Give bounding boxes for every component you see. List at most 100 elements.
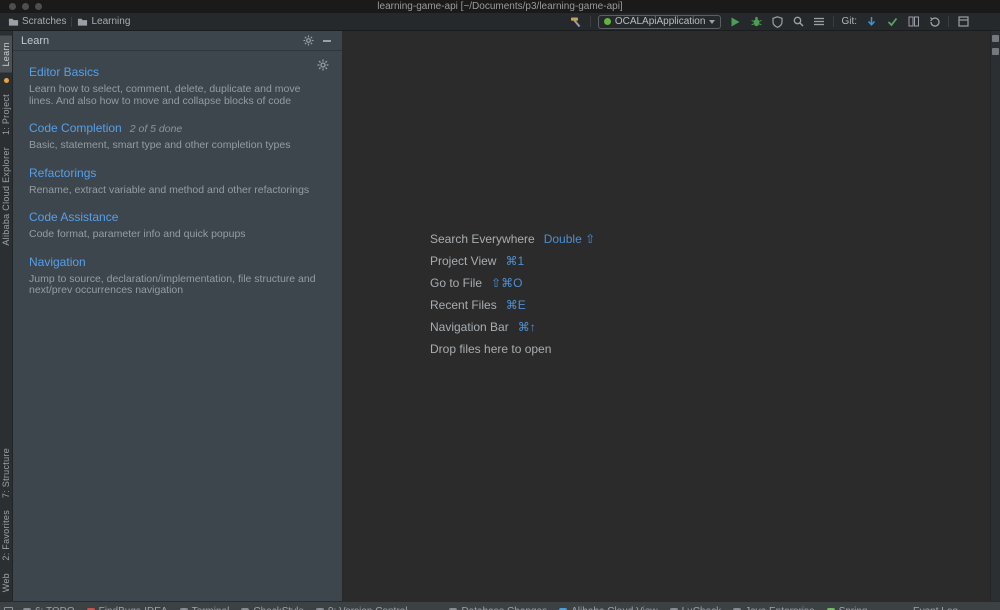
folder-icon: [8, 17, 19, 27]
run-button[interactable]: [728, 15, 742, 29]
build-hammer-icon[interactable]: [569, 15, 583, 29]
minimize-window-button[interactable]: [22, 3, 29, 10]
stripe-button-project[interactable]: 1: Project: [0, 88, 12, 141]
statusbar-item-todo[interactable]: 6: TODO: [23, 606, 75, 610]
right-stripe-button[interactable]: [992, 35, 999, 42]
main-area: Learn 1: Project Alibaba Cloud Explorer …: [0, 31, 1000, 601]
main-toolbar: Scratches Learning OCALApiApplication: [0, 13, 1000, 31]
stripe-button-favorites[interactable]: 2: Favorites: [0, 504, 12, 567]
statusbar-label: Terminal: [192, 606, 230, 610]
stripe-button-learn[interactable]: Learn: [0, 36, 12, 73]
learn-module-code-completion: Code Completion 2 of 5 done Basic, statem…: [29, 119, 326, 152]
tool-windows-icon[interactable]: [956, 15, 970, 29]
close-window-button[interactable]: [9, 3, 16, 10]
statusbar-label: CheckStyle: [253, 606, 304, 610]
editor-shortcut-hints: Search Everywhere Double ⇧ Project View ⌘1…: [430, 228, 595, 360]
statusbar-center-group: Database Changes Alibaba Cloud View LuCh…: [449, 606, 879, 610]
git-rollback-button[interactable]: [927, 15, 941, 29]
git-label: Git:: [841, 16, 857, 27]
statusbar-item-spring[interactable]: Spring: [827, 606, 868, 610]
statusbar-label: Spring: [839, 606, 868, 610]
shortcut-row: Search Everywhere Double ⇧: [430, 228, 595, 250]
statusbar-item-event-log[interactable]: Event Log: [913, 606, 958, 610]
git-diff-button[interactable]: [906, 15, 920, 29]
editor-empty-area[interactable]: Search Everywhere Double ⇧ Project View ⌘1…: [343, 31, 990, 601]
shortcut-keys: ⌘1: [505, 254, 524, 268]
module-link[interactable]: Code Completion: [29, 121, 122, 135]
statusbar-item-java-enterprise[interactable]: Java Enterprise: [733, 606, 814, 610]
module-link[interactable]: Navigation: [29, 255, 86, 269]
statusbar-item-database-changes[interactable]: Database Changes: [449, 606, 547, 610]
statusbar-label: Alibaba Cloud View: [571, 606, 658, 610]
stripe-button-web[interactable]: Web: [0, 567, 12, 598]
statusbar-item-checkstyle[interactable]: CheckStyle: [241, 606, 304, 610]
left-tool-stripe: Learn 1: Project Alibaba Cloud Explorer …: [0, 31, 13, 601]
debug-button[interactable]: [749, 15, 763, 29]
learn-panel-header: Learn: [13, 31, 342, 51]
shortcut-row: Project View ⌘1: [430, 250, 595, 272]
module-description: Basic, statement, smart type and other c…: [29, 140, 326, 152]
learn-module-code-assistance: Code Assistance Code format, parameter i…: [29, 208, 326, 241]
statusbar-label: FindBugs-IDEA: [99, 606, 168, 610]
statusbar-label: LuCheck: [682, 606, 721, 610]
profiler-search-button[interactable]: [791, 15, 805, 29]
run-dashboard-icon[interactable]: [812, 15, 826, 29]
shortcut-row: Recent Files⌘E: [430, 294, 595, 316]
shortcut-label: Go to File: [430, 276, 482, 290]
statusbar-item-findbugs[interactable]: FindBugs-IDEA: [87, 606, 168, 610]
shortcut-keys: Double ⇧: [544, 232, 595, 246]
crumb-learning[interactable]: Learning: [77, 16, 130, 27]
crumb-scratches[interactable]: Scratches: [8, 16, 66, 27]
statusbar-label: 6: TODO: [35, 606, 75, 610]
shortcut-keys: ⇧⌘O: [491, 276, 522, 290]
folder-icon: [77, 17, 88, 27]
learn-module-editor-basics: Editor Basics Learn how to select, comme…: [29, 63, 326, 107]
statusbar-label: 9: Version Control: [328, 606, 408, 610]
module-description: Rename, extract variable and method and …: [29, 185, 326, 197]
left-stripe-bottom: 7: Structure 2: Favorites Web: [0, 442, 12, 601]
statusbar: 6: TODO FindBugs-IDEA Terminal CheckStyl…: [0, 601, 1000, 610]
right-tool-stripe: [990, 31, 1000, 601]
chevron-down-icon: [709, 20, 715, 24]
ide-window: learning-game-api [~/Documents/p3/learni…: [0, 0, 1000, 610]
statusbar-item-lucheck[interactable]: LuCheck: [670, 606, 721, 610]
learn-module-refactorings: Refactorings Rename, extract variable an…: [29, 164, 326, 197]
statusbar-item-version-control[interactable]: 9: Version Control: [316, 606, 408, 610]
statusbar-item-terminal[interactable]: Terminal: [180, 606, 230, 610]
shortcut-row: Go to File ⇧⌘O: [430, 272, 595, 294]
learn-tool-window: Learn Editor Basics Learn how to select,…: [13, 31, 343, 601]
git-update-button[interactable]: [864, 15, 878, 29]
module-description: Jump to source, declaration/implementati…: [29, 274, 326, 297]
run-configuration-select[interactable]: OCALApiApplication: [598, 15, 722, 29]
stripe-button-structure[interactable]: 7: Structure: [0, 442, 12, 504]
titlebar: learning-game-api [~/Documents/p3/learni…: [0, 0, 1000, 13]
run-config-icon: [604, 18, 611, 25]
toolbar-separator: [948, 16, 949, 27]
panel-settings-gear-icon[interactable]: [301, 34, 315, 48]
crumb-separator: [71, 17, 72, 27]
module-link[interactable]: Refactorings: [29, 166, 96, 180]
shortcut-keys: ⌘E: [506, 298, 526, 312]
run-config-name: OCALApiApplication: [615, 16, 706, 27]
right-stripe-button[interactable]: [992, 48, 999, 55]
statusbar-label: Event Log: [913, 606, 958, 610]
navigation-bar: Scratches Learning: [8, 16, 130, 27]
learn-settings-gear-icon[interactable]: [317, 58, 329, 76]
shortcut-label: Project View: [430, 254, 496, 268]
module-link[interactable]: Editor Basics: [29, 65, 99, 79]
module-link[interactable]: Code Assistance: [29, 210, 118, 224]
hide-panel-icon[interactable]: [320, 34, 334, 48]
statusbar-item-alibaba-cloud-view[interactable]: Alibaba Cloud View: [559, 606, 658, 610]
statusbar-label: Database Changes: [461, 606, 547, 610]
learn-module-navigation: Navigation Jump to source, declaration/i…: [29, 253, 326, 297]
traffic-lights: [9, 3, 42, 10]
git-commit-button[interactable]: [885, 15, 899, 29]
zoom-window-button[interactable]: [35, 3, 42, 10]
learn-panel-title: Learn: [21, 35, 49, 47]
stripe-button-alibaba-cloud-explorer[interactable]: Alibaba Cloud Explorer: [0, 141, 12, 252]
shortcut-label: Search Everywhere: [430, 232, 535, 246]
toolbar-separator: [833, 16, 834, 27]
module-progress: 2 of 5 done: [130, 123, 183, 135]
statusbar-right-group: Event Log: [913, 606, 988, 610]
run-with-coverage-button[interactable]: [770, 15, 784, 29]
